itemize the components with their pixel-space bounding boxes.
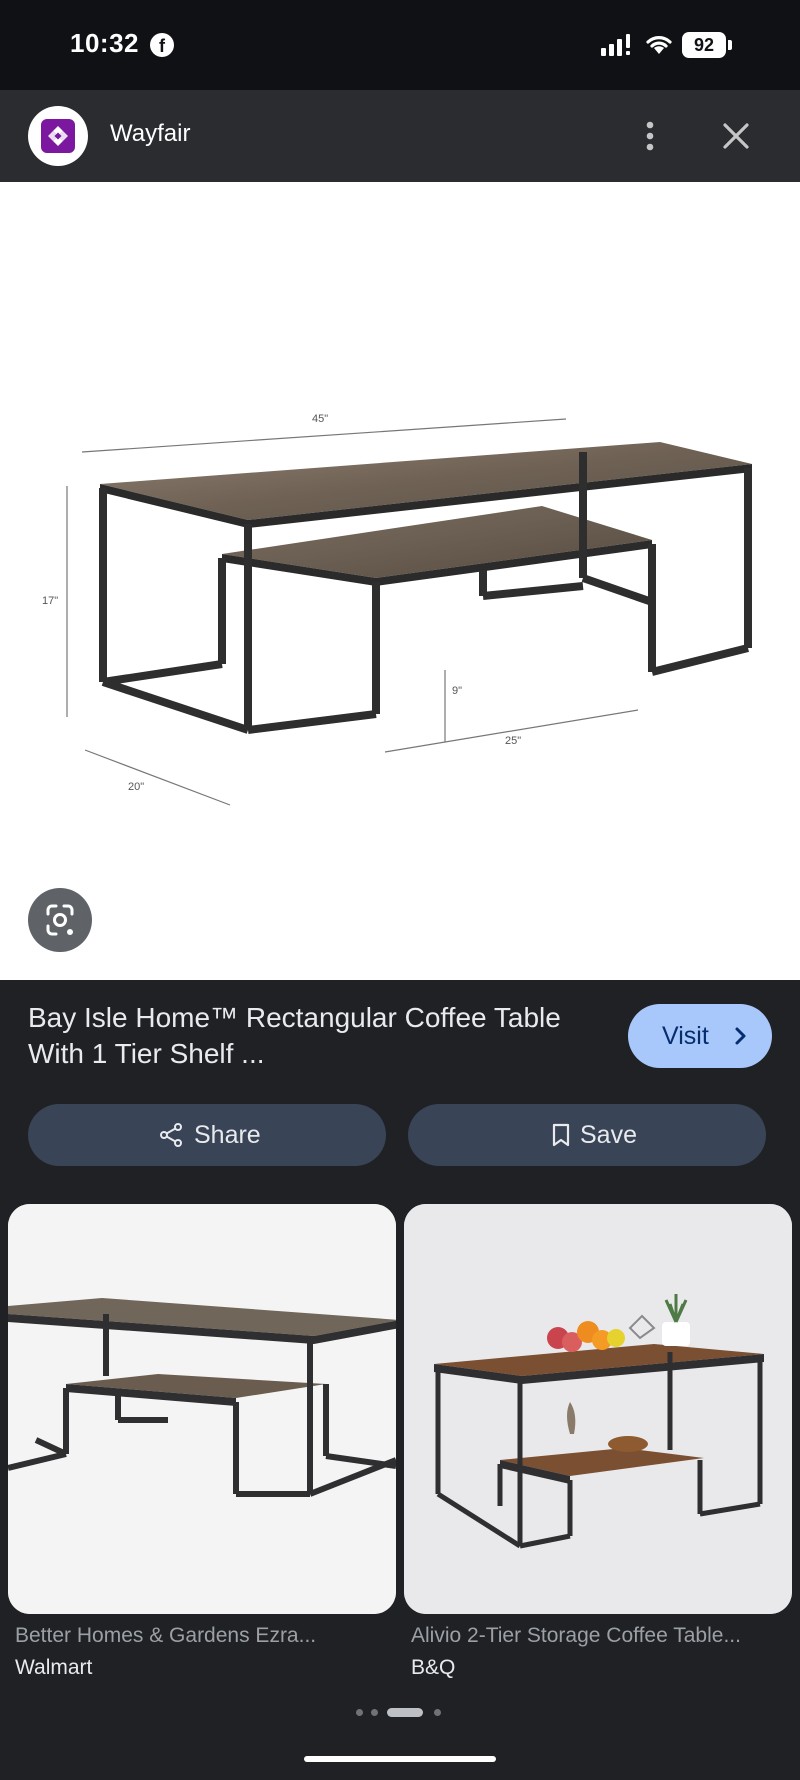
related-result-2-title[interactable]: Alivio 2-Tier Storage Coffee Table... — [411, 1624, 741, 1648]
related-result-1-source[interactable]: Walmart — [15, 1656, 92, 1680]
bookmark-icon — [552, 1123, 570, 1147]
signal-icon — [601, 34, 630, 56]
page-dot — [356, 1709, 363, 1716]
page-dot-active — [387, 1708, 423, 1717]
lens-search-button[interactable] — [28, 888, 92, 952]
save-label: Save — [580, 1121, 637, 1149]
battery-level: 92 — [682, 32, 726, 58]
facebook-icon: f — [150, 33, 174, 57]
coffee-table-dimension-drawing: 45" 17" 20" 9" 25" — [42, 413, 752, 806]
visit-label: Visit — [662, 1022, 709, 1050]
width-dimension-label: 45" — [312, 413, 328, 425]
shelf-width-dimension-label: 25" — [505, 735, 521, 747]
coffee-table-image — [8, 1204, 396, 1614]
chevron-right-icon — [735, 1027, 746, 1045]
product-title[interactable]: Bay Isle Home™ Rectangular Coffee Table … — [28, 1000, 588, 1072]
close-icon[interactable] — [718, 118, 754, 154]
page-dot — [371, 1709, 378, 1716]
share-label: Share — [194, 1121, 261, 1149]
lens-icon — [46, 904, 74, 936]
home-indicator[interactable] — [304, 1756, 496, 1762]
wifi-icon — [646, 36, 672, 54]
share-button[interactable]: Share — [28, 1104, 386, 1166]
save-button[interactable]: Save — [408, 1104, 766, 1166]
source-name[interactable]: Wayfair — [110, 120, 190, 148]
page-indicator — [354, 1706, 454, 1718]
related-result-2-source[interactable]: B&Q — [411, 1656, 455, 1680]
page-dot — [434, 1709, 441, 1716]
related-result-1-title[interactable]: Better Homes & Gardens Ezra... — [15, 1624, 316, 1648]
visit-button[interactable]: Visit — [628, 1004, 772, 1068]
image-viewer-screen: 10:32 f 92 Wayfair 45" 17" 20" 9" 25" Ba… — [0, 0, 800, 1780]
related-result-2-image[interactable] — [404, 1204, 792, 1614]
battery-icon: 92 — [682, 32, 732, 58]
related-result-1-image[interactable] — [8, 1204, 396, 1614]
main-product-image[interactable]: 45" 17" 20" 9" 25" — [0, 182, 800, 980]
wayfair-logo[interactable] — [28, 106, 88, 166]
coffee-table-with-fruit-image — [404, 1204, 792, 1614]
shelf-height-dimension-label: 9" — [452, 685, 462, 697]
more-options-icon[interactable] — [636, 118, 664, 154]
status-bar: 10:32 f 92 — [0, 0, 800, 90]
share-icon — [160, 1123, 182, 1147]
height-dimension-label: 17" — [42, 595, 58, 607]
status-time: 10:32 — [70, 28, 139, 58]
depth-dimension-label: 20" — [128, 781, 144, 793]
source-header: Wayfair — [0, 90, 800, 182]
